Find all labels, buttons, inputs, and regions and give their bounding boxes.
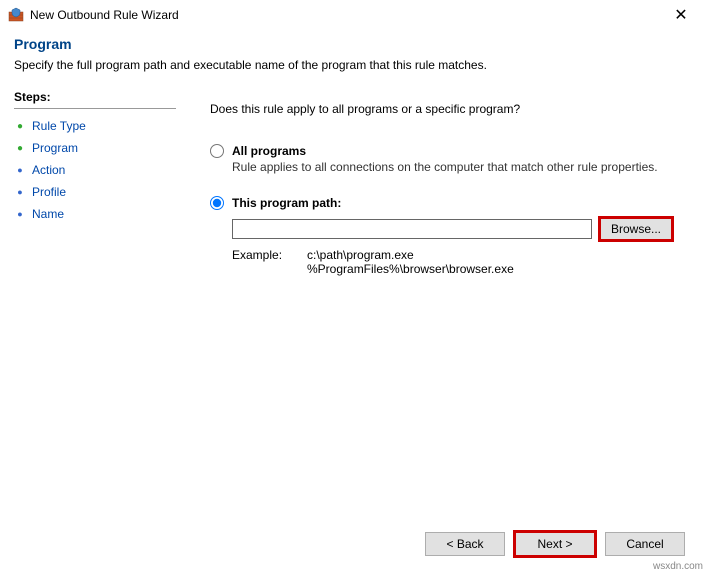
- main-panel: Does this rule apply to all programs or …: [190, 82, 709, 532]
- page-title: Program: [14, 36, 695, 52]
- step-label: Action: [32, 163, 65, 177]
- program-path-input[interactable]: [232, 219, 592, 239]
- steps-sidebar: Steps: ● Rule Type ● Program ● Action ● …: [0, 82, 190, 532]
- browse-button[interactable]: Browse...: [600, 218, 672, 240]
- window-title: New Outbound Rule Wizard: [30, 8, 179, 22]
- all-programs-label: All programs: [232, 144, 306, 158]
- close-button[interactable]: ✕: [661, 5, 701, 25]
- step-profile[interactable]: ● Profile: [14, 181, 176, 203]
- firewall-icon: [8, 7, 24, 23]
- step-name[interactable]: ● Name: [14, 203, 176, 225]
- page-description: Specify the full program path and execut…: [14, 58, 695, 72]
- option-all-programs: All programs Rule applies to all connect…: [210, 144, 691, 174]
- step-done-icon: ●: [14, 120, 26, 132]
- example-block: Example: c:\path\program.exe %ProgramFil…: [232, 248, 691, 276]
- step-rule-type[interactable]: ● Rule Type: [14, 115, 176, 137]
- next-button[interactable]: Next >: [515, 532, 595, 556]
- cancel-button[interactable]: Cancel: [605, 532, 685, 556]
- question-text: Does this rule apply to all programs or …: [210, 102, 691, 116]
- step-label: Profile: [32, 185, 66, 199]
- example-text: c:\path\program.exe %ProgramFiles%\brows…: [307, 248, 514, 276]
- this-path-label: This program path:: [232, 196, 341, 210]
- step-current-icon: ●: [14, 142, 26, 154]
- radio-this-path[interactable]: [210, 196, 224, 210]
- wizard-footer: < Back Next > Cancel: [425, 532, 685, 556]
- step-label: Rule Type: [32, 119, 86, 133]
- titlebar: New Outbound Rule Wizard ✕: [0, 0, 709, 30]
- watermark: wsxdn.com: [653, 561, 703, 572]
- steps-heading: Steps:: [14, 90, 176, 109]
- step-program[interactable]: ● Program: [14, 137, 176, 159]
- step-label: Name: [32, 207, 64, 221]
- radio-all-programs[interactable]: [210, 144, 224, 158]
- example-label: Example:: [232, 248, 307, 276]
- back-button[interactable]: < Back: [425, 532, 505, 556]
- wizard-header: Program Specify the full program path an…: [0, 30, 709, 82]
- step-action[interactable]: ● Action: [14, 159, 176, 181]
- all-programs-desc: Rule applies to all connections on the c…: [232, 160, 691, 174]
- step-label: Program: [32, 141, 78, 155]
- step-pending-icon: ●: [14, 208, 26, 220]
- option-this-path: This program path: Browse... Example: c:…: [210, 196, 691, 276]
- step-pending-icon: ●: [14, 186, 26, 198]
- step-pending-icon: ●: [14, 164, 26, 176]
